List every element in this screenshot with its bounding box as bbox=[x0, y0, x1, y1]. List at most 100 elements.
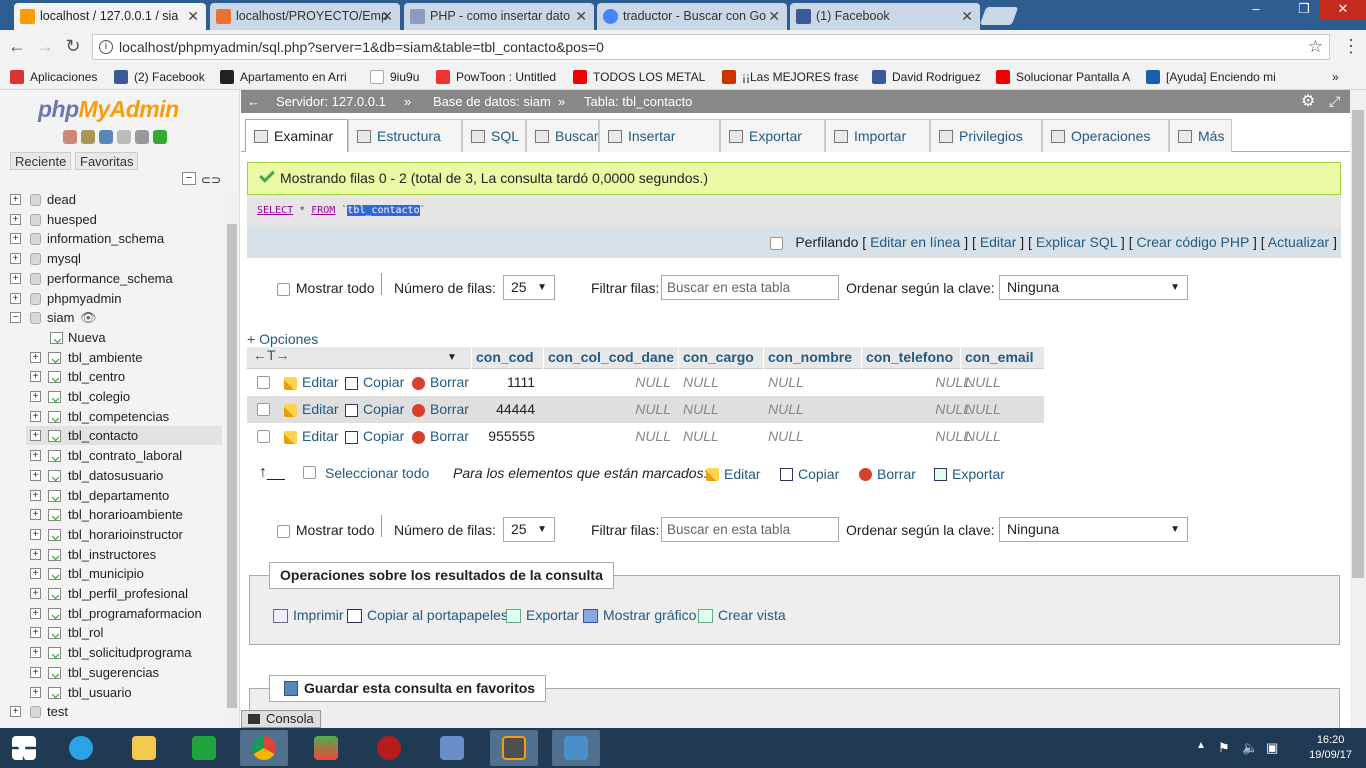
docs-icon[interactable] bbox=[117, 130, 131, 144]
collapse-nav-icon[interactable]: ← bbox=[247, 90, 260, 113]
logout-icon[interactable] bbox=[81, 130, 95, 144]
expand-icon[interactable]: + bbox=[30, 548, 41, 560]
expand-icon[interactable]: + bbox=[30, 568, 41, 580]
export-link[interactable]: Exportar bbox=[506, 607, 579, 623]
table-cell[interactable]: NULL bbox=[768, 396, 804, 423]
copy-clipboard-link[interactable]: Copiar al portapapeles bbox=[347, 607, 508, 623]
sidebar-table-item[interactable]: + tbl_instructores bbox=[26, 545, 222, 564]
rows-select[interactable]: 25 ▼ bbox=[503, 275, 555, 300]
row-copy-button[interactable]: Copiar bbox=[345, 423, 404, 450]
bookmark-item[interactable]: Solucionar Pantalla A bbox=[996, 68, 1130, 86]
column-header[interactable]: con_nombre bbox=[763, 347, 852, 369]
column-header[interactable]: con_email bbox=[960, 347, 1033, 369]
column-header[interactable]: con_col_cod_dane bbox=[543, 347, 674, 369]
table-cell[interactable]: 1111 bbox=[507, 369, 535, 396]
bulk-delete-button[interactable]: Borrar bbox=[859, 465, 916, 483]
network-icon[interactable]: ▣ bbox=[1266, 740, 1278, 756]
maximize-button[interactable]: ❐ bbox=[1288, 0, 1320, 20]
bookmark-item[interactable]: Apartamento en Arri bbox=[220, 68, 356, 86]
sidebar-table-item[interactable]: + tbl_horarioambiente bbox=[26, 505, 222, 524]
phpmyadmin-logo[interactable]: phpMyAdmin bbox=[38, 96, 179, 123]
table-cell[interactable]: NULL bbox=[965, 369, 1001, 396]
expand-icon[interactable]: + bbox=[30, 391, 41, 402]
sidebar-table-item[interactable]: + tbl_colegio bbox=[26, 387, 222, 406]
print-link[interactable]: Imprimir bbox=[273, 607, 344, 623]
show-chart-link[interactable]: Mostrar gráfico bbox=[583, 607, 696, 623]
back-icon[interactable]: ← bbox=[6, 36, 28, 57]
taskbar-store[interactable] bbox=[180, 730, 228, 766]
tab-operaciones[interactable]: Operaciones bbox=[1042, 119, 1169, 152]
column-arrows-icon[interactable]: ←T→ bbox=[253, 347, 290, 363]
row-edit-button[interactable]: Editar bbox=[284, 423, 339, 450]
sidebar-db-item[interactable]: + phpmyadmin bbox=[0, 289, 222, 308]
tray-chevron-icon[interactable]: ▲ bbox=[1196, 740, 1206, 751]
sidebar-db-current[interactable]: − siam 👁 bbox=[0, 308, 222, 327]
row-delete-button[interactable]: Borrar bbox=[412, 396, 469, 423]
eye-icon[interactable]: 👁 bbox=[80, 308, 97, 327]
table-cell[interactable]: NULL bbox=[768, 423, 804, 450]
column-header[interactable]: con_cargo bbox=[678, 347, 754, 369]
volume-icon[interactable]: 🔈 bbox=[1242, 740, 1258, 756]
close-tab-icon[interactable]: ✕ bbox=[961, 3, 973, 29]
expand-icon[interactable]: + bbox=[30, 666, 41, 678]
close-tab-icon[interactable]: ✕ bbox=[381, 3, 393, 29]
explain-sql-link[interactable]: Explicar SQL bbox=[1036, 234, 1117, 250]
tab-privilegios[interactable]: Privilegios bbox=[930, 119, 1042, 152]
taskbar-explorer[interactable] bbox=[120, 730, 168, 766]
sidebar-db-item[interactable]: + huesped bbox=[0, 210, 222, 229]
table-cell[interactable]: NULL bbox=[768, 369, 804, 396]
taskbar-photos[interactable] bbox=[552, 730, 600, 766]
sidebar-table-item[interactable]: + tbl_departamento bbox=[26, 486, 222, 505]
taskbar-app[interactable] bbox=[365, 730, 413, 766]
bulk-export-button[interactable]: Exportar bbox=[934, 465, 1005, 483]
rows-select[interactable]: 25 ▼ bbox=[503, 517, 555, 542]
start-button[interactable] bbox=[0, 730, 48, 766]
expand-icon[interactable]: + bbox=[30, 509, 41, 521]
bookmark-item[interactable]: (2) Facebook bbox=[114, 68, 205, 86]
info-icon[interactable]: i bbox=[99, 40, 113, 54]
filter-input[interactable]: Buscar en esta tabla bbox=[661, 517, 839, 542]
create-view-link[interactable]: Crear vista bbox=[698, 607, 786, 623]
clock[interactable]: 16:20 19/09/17 bbox=[1309, 733, 1352, 763]
tab-buscar[interactable]: Buscar bbox=[526, 119, 599, 152]
table-cell[interactable]: NULL bbox=[683, 396, 719, 423]
expand-icon[interactable]: + bbox=[30, 528, 41, 540]
expand-icon[interactable]: + bbox=[10, 706, 21, 718]
sidebar-table-item[interactable]: + tbl_solicitudprograma bbox=[26, 643, 222, 662]
sidebar-db-item[interactable]: + dead bbox=[0, 190, 222, 209]
link-icon[interactable]: ⊂⊃ bbox=[201, 173, 221, 187]
expand-icon[interactable]: + bbox=[30, 489, 41, 501]
edit-inline-link[interactable]: Editar en línea bbox=[870, 234, 960, 250]
forward-icon[interactable]: → bbox=[34, 36, 56, 57]
filter-input[interactable]: Buscar en esta tabla bbox=[661, 275, 839, 300]
sidebar-table-item[interactable]: + tbl_contrato_laboral bbox=[26, 446, 222, 465]
expand-icon[interactable]: + bbox=[30, 410, 41, 422]
sidebar-table-item[interactable]: + tbl_contacto bbox=[26, 426, 222, 446]
expand-icon[interactable]: + bbox=[10, 253, 21, 265]
sidebar-table-item[interactable]: + tbl_rol bbox=[26, 623, 222, 642]
row-delete-button[interactable]: Borrar bbox=[412, 423, 469, 450]
expand-icon[interactable]: + bbox=[10, 233, 21, 245]
expand-icon[interactable]: + bbox=[30, 351, 41, 363]
expand-icon[interactable]: + bbox=[30, 607, 41, 619]
expand-icon[interactable]: + bbox=[10, 213, 21, 225]
sidebar-table-item[interactable]: + tbl_usuario bbox=[26, 683, 222, 702]
browser-tab-proyecto[interactable]: localhost/PROYECTO/Emp ✕ bbox=[210, 3, 400, 30]
bulk-edit-button[interactable]: Editar bbox=[706, 465, 761, 483]
expand-icon[interactable]: + bbox=[30, 450, 41, 462]
sort-select[interactable]: Ninguna ▼ bbox=[999, 275, 1188, 300]
column-header[interactable]: con_telefono bbox=[861, 347, 953, 369]
taskbar-ie[interactable] bbox=[57, 730, 105, 766]
breadcrumb-db[interactable]: Base de datos: siam bbox=[433, 90, 551, 113]
expand-icon[interactable]: + bbox=[30, 686, 41, 698]
taskbar-app[interactable] bbox=[302, 730, 350, 766]
profiling-checkbox[interactable] bbox=[770, 236, 784, 250]
select-all-checkbox[interactable] bbox=[303, 466, 316, 479]
show-all-checkbox[interactable] bbox=[277, 282, 290, 296]
table-cell[interactable]: NULL bbox=[635, 369, 671, 396]
table-cell[interactable]: 44444 bbox=[496, 396, 535, 423]
sort-down-icon[interactable]: ▼ bbox=[447, 347, 457, 369]
sidebar-table-item[interactable]: + tbl_perfil_profesional bbox=[26, 584, 222, 603]
table-cell[interactable]: NULL bbox=[635, 423, 671, 450]
tab-insertar[interactable]: Insertar bbox=[599, 119, 720, 152]
